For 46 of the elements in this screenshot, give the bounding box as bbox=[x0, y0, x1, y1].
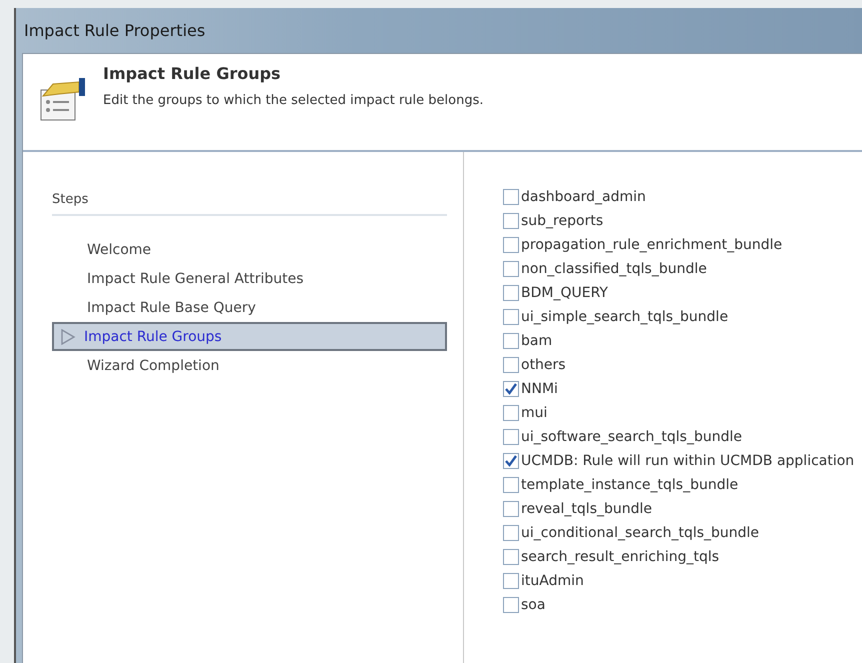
page-title: Impact Rule Groups bbox=[103, 64, 282, 83]
checkbox[interactable] bbox=[503, 477, 519, 493]
page-description: Edit the groups to which the selected impact rule belongs. bbox=[103, 93, 484, 108]
checkbox-label: ui_simple_search_tqls_bundle bbox=[521, 309, 728, 325]
checkbox[interactable] bbox=[503, 405, 519, 421]
play-arrow-icon bbox=[60, 328, 76, 344]
checkbox-label: bam bbox=[521, 333, 552, 349]
checkbox-label: mui bbox=[521, 405, 548, 421]
checkbox-label: others bbox=[521, 357, 566, 373]
checkbox-label: sub_reports bbox=[521, 213, 604, 229]
checkbox[interactable] bbox=[503, 309, 519, 325]
checkbox[interactable] bbox=[503, 357, 519, 373]
checkbox[interactable] bbox=[503, 549, 519, 565]
checkbox[interactable] bbox=[503, 237, 519, 253]
checkbox[interactable] bbox=[503, 333, 519, 349]
checkbox-label: BDM_QUERY bbox=[521, 285, 608, 301]
checkbox[interactable] bbox=[503, 213, 519, 229]
checkbox[interactable] bbox=[503, 573, 519, 589]
checkbox[interactable] bbox=[503, 525, 519, 541]
wizard-step[interactable]: Impact Rule General Attributes bbox=[52, 264, 447, 293]
checkbox-label: search_result_enriching_tqls bbox=[521, 549, 720, 565]
checkbox[interactable] bbox=[503, 453, 519, 469]
checkbox-label: reveal_tqls_bundle bbox=[521, 501, 652, 517]
checkbox-label: propagation_rule_enrichment_bundle bbox=[521, 237, 782, 253]
checkbox[interactable] bbox=[503, 261, 519, 277]
checkbox[interactable] bbox=[503, 381, 519, 397]
checkbox[interactable] bbox=[503, 189, 519, 205]
steps-heading: Steps bbox=[52, 192, 447, 216]
checkbox[interactable] bbox=[503, 429, 519, 445]
checkbox-label: ituAdmin bbox=[521, 573, 584, 589]
checkbox-label: NNMi bbox=[521, 381, 558, 397]
checkbox-label: non_classified_tqls_bundle bbox=[521, 261, 707, 277]
checkbox[interactable] bbox=[503, 501, 519, 517]
checkbox[interactable] bbox=[503, 597, 519, 613]
checkbox-label: template_instance_tqls_bundle bbox=[521, 477, 738, 493]
checkbox-label: soa bbox=[521, 597, 546, 613]
checkbox-label: UCMDB: Rule will run within UCMDB application bbox=[521, 453, 854, 469]
wizard-step[interactable]: Welcome bbox=[52, 235, 447, 264]
window-title: Impact Rule Properties bbox=[24, 21, 206, 40]
checkbox-label: ui_conditional_search_tqls_bundle bbox=[521, 525, 760, 541]
wizard-step[interactable]: Impact Rule Base Query bbox=[52, 293, 447, 322]
wizard-step[interactable]: Impact Rule Groups bbox=[52, 322, 447, 351]
checkbox-label: ui_software_search_tqls_bundle bbox=[521, 429, 742, 445]
wizard-step[interactable]: Wizard Completion bbox=[52, 351, 447, 380]
checkbox-label: dashboard_admin bbox=[521, 189, 646, 205]
checkbox[interactable] bbox=[503, 285, 519, 301]
